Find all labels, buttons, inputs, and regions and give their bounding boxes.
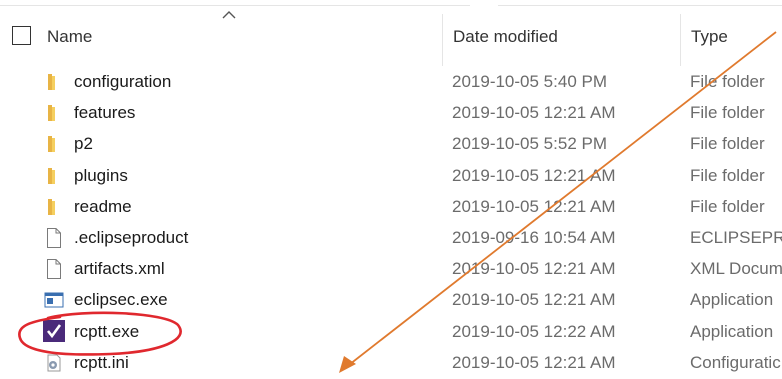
file-date-modified: 2019-10-05 12:21 AM — [452, 259, 616, 279]
file-name[interactable]: p2 — [74, 134, 93, 154]
file-name[interactable]: eclipsec.exe — [74, 290, 168, 310]
file-type: ECLIPSEPRC — [690, 228, 782, 247]
file-date-modified: 2019-09-16 10:54 AM — [452, 228, 616, 247]
file-name[interactable]: .eclipseproduct — [74, 228, 188, 248]
file-name[interactable]: rcptt.ini — [74, 353, 129, 373]
file-name[interactable]: artifacts.xml — [74, 259, 165, 279]
file-row[interactable]: configuration 2019-10-05 5:40 PM File fold… — [0, 67, 782, 98]
file-type: Application — [690, 321, 774, 341]
file-date-modified: 2019-10-05 12:21 AM — [452, 352, 616, 372]
file-name[interactable]: configuration — [74, 72, 171, 92]
folder-icon — [44, 134, 64, 154]
file-type: XML Docum — [690, 259, 782, 279]
file-row[interactable]: rcptt.ini 2019-10-05 12:21 AM Configuratic — [0, 348, 782, 379]
toolbar-edge-right — [498, 0, 782, 6]
file-date-modified: 2019-10-05 12:21 AM — [452, 290, 616, 310]
console-app-icon — [44, 290, 64, 310]
rcptt-app-icon — [43, 319, 65, 342]
column-divider[interactable] — [442, 14, 443, 66]
file-name[interactable]: readme — [74, 197, 132, 217]
file-row[interactable]: artifacts.xml 2019-10-05 12:21 AM XML Docu… — [0, 254, 782, 285]
file-type: File folder — [690, 165, 765, 185]
file-type: File folder — [690, 134, 765, 154]
file-date-modified: 2019-10-05 5:52 PM — [452, 134, 607, 154]
file-date-modified: 2019-10-05 5:40 PM — [452, 72, 607, 91]
top-border — [0, 0, 782, 8]
file-row[interactable]: rcptt.exe 2019-10-05 12:22 AM Application — [0, 317, 782, 348]
file-name[interactable]: rcptt.exe — [74, 322, 139, 342]
file-row[interactable]: p2 2019-10-05 5:52 PM File folder — [0, 129, 782, 160]
file-name[interactable]: plugins — [74, 166, 128, 186]
folder-icon — [44, 197, 64, 217]
file-row[interactable]: plugins 2019-10-05 12:21 AM File folder — [0, 161, 782, 192]
column-header-type[interactable]: Type — [691, 27, 728, 47]
file-date-modified: 2019-10-05 12:22 AM — [452, 321, 616, 341]
column-divider[interactable] — [680, 14, 681, 66]
sort-ascending-chevron-icon[interactable] — [222, 10, 236, 20]
file-row[interactable]: features 2019-10-05 12:21 AM File folder — [0, 98, 782, 129]
file-name[interactable]: features — [74, 103, 135, 123]
file-date-modified: 2019-10-05 12:21 AM — [452, 103, 616, 123]
column-header-name[interactable]: Name — [47, 27, 92, 47]
folder-icon — [44, 72, 64, 92]
file-type: Configuratic — [690, 352, 781, 372]
file-icon — [44, 259, 64, 280]
file-icon — [44, 228, 64, 248]
file-date-modified: 2019-10-05 12:21 AM — [452, 196, 616, 216]
file-type: File folder — [690, 103, 765, 123]
file-type: File folder — [690, 196, 765, 216]
folder-icon — [44, 166, 64, 186]
file-row[interactable]: eclipsec.exe 2019-10-05 12:21 AM Applicati… — [0, 285, 782, 316]
config-settings-icon — [44, 353, 64, 373]
toolbar-edge-left — [0, 0, 470, 6]
file-type: Application — [690, 290, 774, 310]
file-row[interactable]: readme 2019-10-05 12:21 AM File folder — [0, 192, 782, 223]
file-row[interactable]: .eclipseproduct 2019-09-16 10:54 AM ECLIPS… — [0, 223, 782, 254]
file-type: File folder — [690, 72, 765, 91]
folder-icon — [44, 103, 64, 123]
column-header-date-modified[interactable]: Date modified — [453, 27, 558, 47]
select-all-checkbox[interactable] — [12, 26, 31, 45]
column-header-row: Name Date modified Type — [0, 14, 782, 66]
file-date-modified: 2019-10-05 12:21 AM — [452, 165, 616, 185]
